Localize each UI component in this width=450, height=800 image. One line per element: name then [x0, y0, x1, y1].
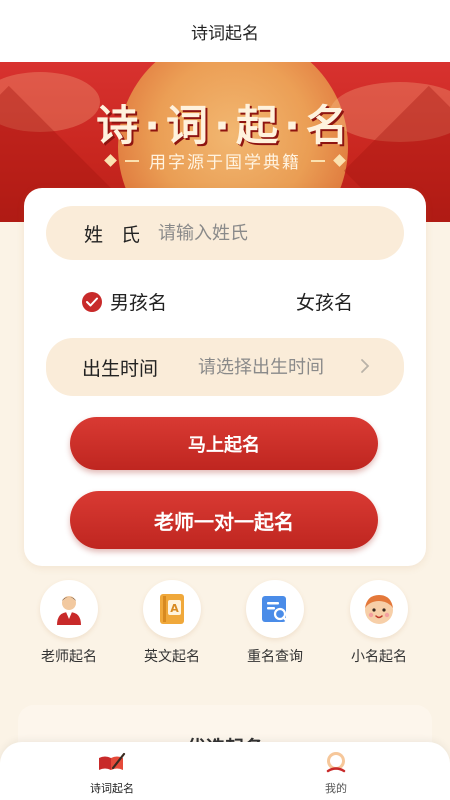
- diamond-ornament-icon: [333, 154, 346, 167]
- feature-label: 英文起名: [144, 649, 200, 665]
- tab-label: 我的: [325, 782, 347, 795]
- feature-label: 重名查询: [247, 649, 303, 665]
- checkmark-icon[interactable]: [82, 291, 102, 312]
- diamond-ornament-icon: [104, 154, 117, 167]
- gender-option-boy[interactable]: 男孩名: [82, 288, 167, 315]
- birth-time-label: 出生时间: [82, 357, 159, 380]
- naming-form-card: 姓 氏 男孩名 女孩名 出生时间 请选择出生时间 马上起名 老师一对一起名: [24, 188, 426, 566]
- surname-label: 姓 氏: [84, 223, 147, 246]
- child-face-icon[interactable]: [350, 580, 408, 638]
- line-ornament: [311, 159, 325, 162]
- top-bar: 诗词起名: [0, 0, 450, 62]
- line-ornament: [125, 159, 139, 162]
- page-title: 诗词起名: [191, 23, 259, 44]
- feature-teacher-naming[interactable]: 老师起名: [24, 580, 114, 666]
- english-book-icon[interactable]: A: [143, 580, 201, 638]
- gender-option-girl[interactable]: 女孩名: [296, 288, 353, 315]
- feature-nickname-naming[interactable]: 小名起名: [334, 580, 424, 666]
- svg-text:A: A: [170, 602, 179, 615]
- surname-field[interactable]: 姓 氏: [46, 206, 404, 260]
- feature-label: 小名起名: [351, 649, 407, 665]
- banner-subtitle: 用字源于国学典籍: [149, 153, 301, 173]
- feature-grid: 老师起名 A 英文起名 重名查询 小名起名: [0, 580, 450, 670]
- surname-input[interactable]: [158, 222, 378, 244]
- profile-icon: [326, 752, 346, 773]
- birth-time-field[interactable]: 出生时间 请选择出生时间: [46, 338, 404, 396]
- banner-subtitle-row: 用字源于国学典籍: [0, 148, 450, 173]
- tab-label: 诗词起名: [90, 782, 134, 795]
- bottom-tab-bar: 诗词起名 我的: [0, 742, 450, 800]
- banner-title: 诗·词·起·名: [96, 101, 354, 150]
- feature-duplicate-query[interactable]: 重名查询: [230, 580, 320, 666]
- feature-label: 老师起名: [41, 649, 97, 665]
- gender-selector: 男孩名 女孩名: [82, 288, 382, 314]
- gender-girl-label: 女孩名: [296, 292, 354, 314]
- feature-english-naming[interactable]: A 英文起名: [127, 580, 217, 666]
- tab-poem-naming[interactable]: 诗词起名: [62, 750, 162, 796]
- tab-profile[interactable]: 我的: [286, 750, 386, 796]
- gender-boy-label: 男孩名: [110, 292, 168, 314]
- search-doc-icon[interactable]: [246, 580, 304, 638]
- teacher-icon[interactable]: [40, 580, 98, 638]
- name-now-button[interactable]: 马上起名: [70, 417, 378, 470]
- birth-time-placeholder: 请选择出生时间: [198, 356, 324, 378]
- poem-name-icon: [99, 752, 126, 770]
- teacher-one-on-one-button[interactable]: 老师一对一起名: [70, 491, 378, 549]
- chevron-right-icon: [360, 358, 370, 378]
